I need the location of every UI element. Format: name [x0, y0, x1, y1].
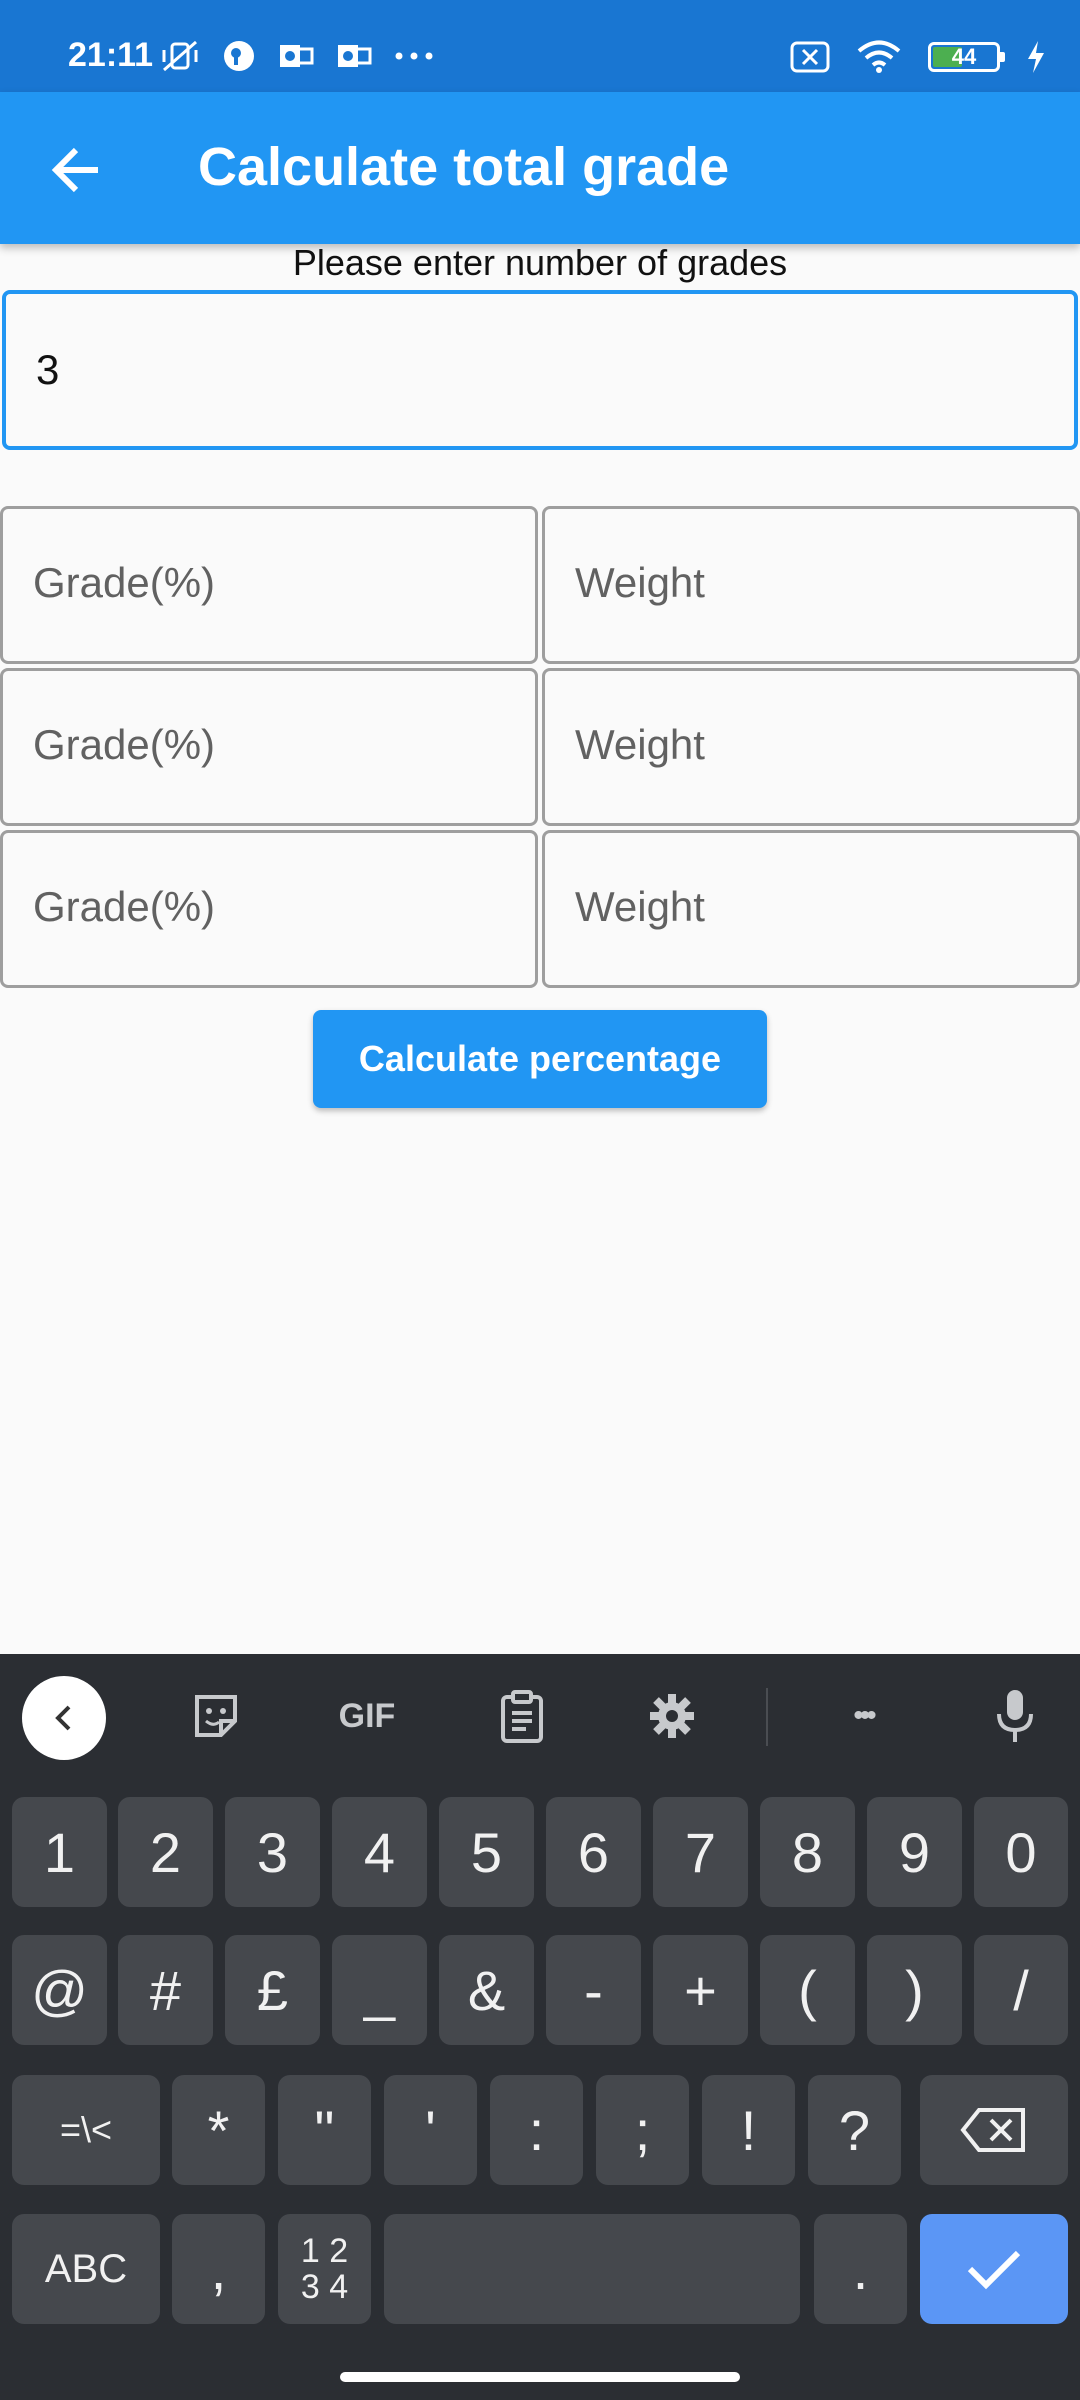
- key-symbol[interactable]: &: [439, 1935, 534, 2045]
- chevron-left-icon: [55, 1705, 71, 1731]
- numpad-key-top: 1 2: [300, 2232, 349, 2270]
- key-symbol[interactable]: +: [653, 1935, 748, 2045]
- key-symbol[interactable]: !: [702, 2075, 795, 2185]
- key-symbol[interactable]: £: [225, 1935, 320, 2045]
- weight-placeholder: Weight: [575, 721, 705, 768]
- grades-grid: Grade(%) Weight Grade(%) Weight Grade(%)…: [0, 506, 1080, 992]
- grade-input[interactable]: Grade(%): [0, 668, 538, 826]
- clipboard-button[interactable]: [494, 1688, 550, 1744]
- grade-input[interactable]: Grade(%): [0, 830, 538, 988]
- grade-input[interactable]: Grade(%): [0, 506, 538, 664]
- key-symbol[interactable]: _: [332, 1935, 427, 2045]
- done-key[interactable]: [920, 2214, 1068, 2324]
- wifi-icon: [857, 40, 901, 73]
- app-bar: Calculate total grade: [0, 92, 1080, 244]
- numpad-key-bottom: 3 4: [300, 2268, 349, 2306]
- key-symbol[interactable]: ): [867, 1935, 962, 2045]
- key-symbol[interactable]: *: [172, 2075, 265, 2185]
- key-digit[interactable]: 9: [867, 1797, 962, 1907]
- key-digit[interactable]: 5: [439, 1797, 534, 1907]
- gif-button[interactable]: GIF: [334, 1688, 400, 1744]
- key-symbol[interactable]: ': [384, 2075, 477, 2185]
- backspace-key[interactable]: [920, 2075, 1068, 2185]
- grade-count-input[interactable]: 3: [2, 290, 1078, 450]
- arrow-left-icon: [51, 147, 98, 193]
- outlook-icon: [338, 45, 372, 67]
- keyboard-collapse-button[interactable]: [22, 1676, 106, 1760]
- weight-input[interactable]: Weight: [542, 830, 1080, 988]
- key-digit[interactable]: 8: [760, 1797, 855, 1907]
- key-digit[interactable]: 7: [653, 1797, 748, 1907]
- more-icon: [395, 52, 433, 60]
- weight-placeholder: Weight: [575, 883, 705, 930]
- grade-row: Grade(%) Weight: [0, 506, 1080, 664]
- key-symbol[interactable]: #: [118, 1935, 213, 2045]
- key-digit[interactable]: 3: [225, 1797, 320, 1907]
- keyboard-toolbar: GIF •••: [0, 1654, 1080, 1772]
- clipboard-icon: [501, 1690, 543, 1743]
- grade-row: Grade(%) Weight: [0, 830, 1080, 988]
- key-more-symbols[interactable]: =\<: [12, 2075, 160, 2185]
- key-symbol[interactable]: ;: [596, 2075, 689, 2185]
- key-digit[interactable]: 1: [12, 1797, 107, 1907]
- grade-placeholder: Grade(%): [33, 721, 216, 768]
- abc-key[interactable]: ABC: [12, 2214, 160, 2324]
- grade-placeholder: Grade(%): [33, 559, 216, 606]
- keyboard: GIF ••• 1 2 3 4 5 6 7 8 9 0 @ # £ _ & - …: [0, 1654, 1080, 2400]
- key-symbol[interactable]: -: [546, 1935, 641, 2045]
- period-key[interactable]: .: [814, 2214, 907, 2324]
- key-symbol[interactable]: @: [12, 1935, 107, 2045]
- status-bar: 21:11 44: [0, 0, 1080, 92]
- charging-icon: [1028, 41, 1044, 73]
- toolbar-divider: [766, 1688, 768, 1746]
- settings-button[interactable]: [644, 1688, 700, 1744]
- grade-placeholder: Grade(%): [33, 883, 216, 930]
- key-symbol[interactable]: /: [974, 1935, 1068, 2045]
- key-symbol[interactable]: ?: [808, 2075, 901, 2185]
- numpad-key[interactable]: 1 2 3 4: [278, 2214, 371, 2324]
- page-title: Calculate total grade: [198, 137, 730, 197]
- status-time: 21:11: [68, 36, 154, 74]
- weight-input[interactable]: Weight: [542, 668, 1080, 826]
- key-digit[interactable]: 4: [332, 1797, 427, 1907]
- no-sim-icon: [790, 41, 830, 73]
- grade-count-prompt: Please enter number of grades: [292, 242, 788, 283]
- calculate-percentage-button[interactable]: Calculate percentage: [313, 1010, 767, 1108]
- vibrate-off-icon: [162, 40, 198, 72]
- more-options-button[interactable]: •••: [838, 1688, 888, 1744]
- status-right-icons: 44: [790, 40, 1046, 74]
- sticker-button[interactable]: [188, 1688, 244, 1744]
- space-key[interactable]: [384, 2214, 800, 2324]
- weight-placeholder: Weight: [575, 559, 705, 606]
- key-symbol[interactable]: :: [490, 2075, 583, 2185]
- gear-icon: [650, 1694, 694, 1738]
- key-symbol[interactable]: (: [760, 1935, 855, 2045]
- key-digit[interactable]: 0: [974, 1797, 1068, 1907]
- status-left-icons: [160, 38, 434, 74]
- outlook-icon: [280, 45, 314, 67]
- microphone-icon: [997, 1690, 1033, 1742]
- key-digit[interactable]: 6: [546, 1797, 641, 1907]
- back-button[interactable]: [44, 138, 108, 202]
- sticker-icon: [195, 1695, 237, 1737]
- battery-icon: 44: [928, 42, 1005, 72]
- vpn-icon: [224, 41, 254, 71]
- voice-input-button[interactable]: [990, 1688, 1040, 1744]
- key-symbol[interactable]: ": [278, 2075, 371, 2185]
- comma-key[interactable]: ,: [172, 2214, 265, 2324]
- grade-row: Grade(%) Weight: [0, 668, 1080, 826]
- key-digit[interactable]: 2: [118, 1797, 213, 1907]
- battery-level: 44: [951, 44, 977, 69]
- checkmark-icon: [967, 2250, 1021, 2290]
- backspace-icon: [960, 2108, 1025, 2152]
- weight-input[interactable]: Weight: [542, 506, 1080, 664]
- home-indicator[interactable]: [340, 2372, 740, 2382]
- grade-count-value: 3: [36, 346, 60, 393]
